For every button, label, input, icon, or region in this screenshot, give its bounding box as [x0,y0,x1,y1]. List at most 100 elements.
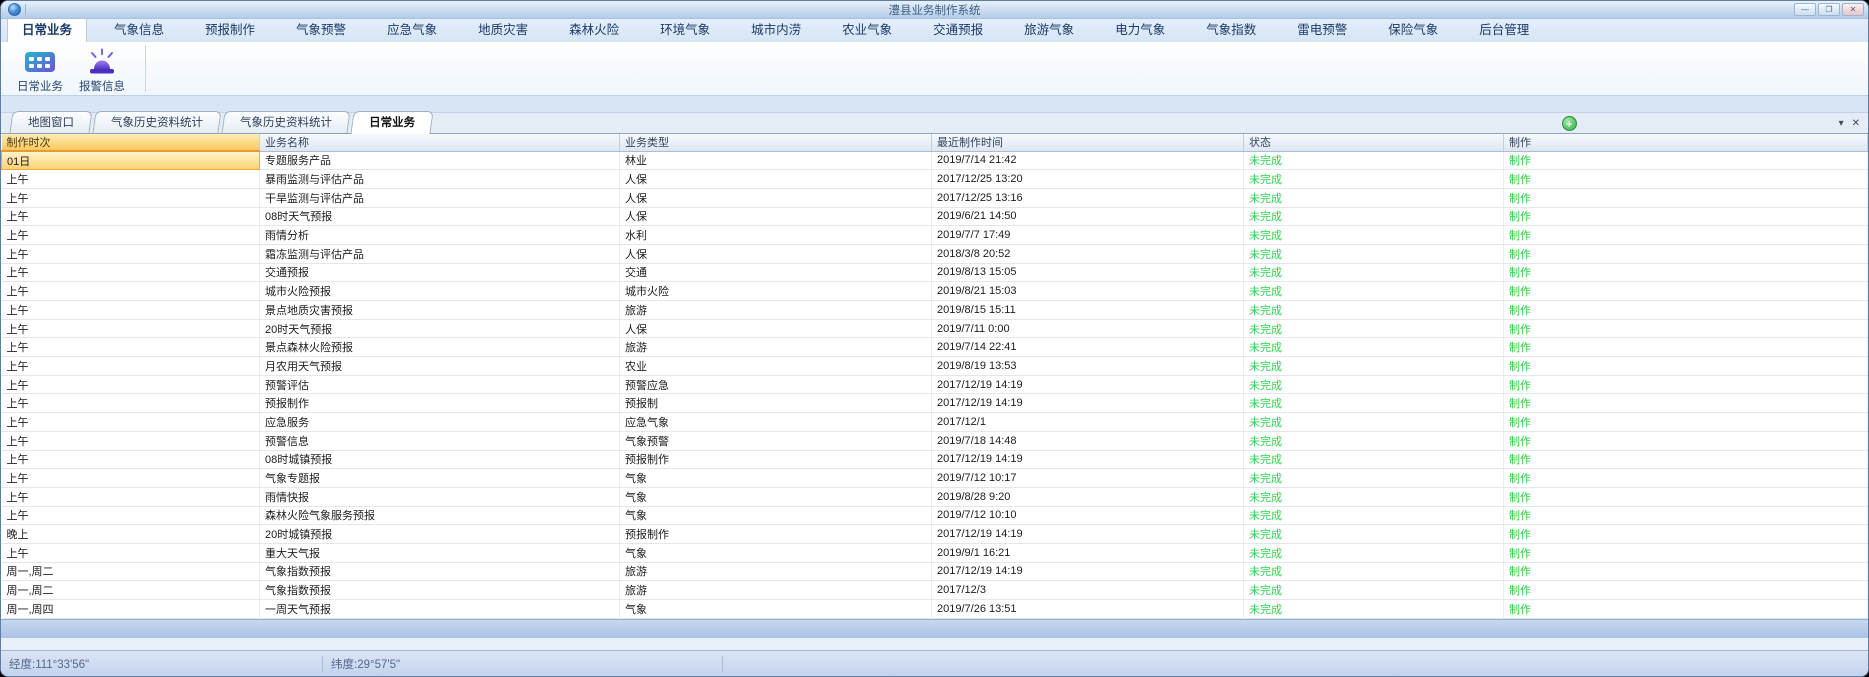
table-row[interactable]: 上午森林火险气象服务预报气象2019/7/12 10:10未完成制作 [2,506,1868,525]
cell-make-link[interactable]: 制作 [1504,450,1868,469]
menu-tab[interactable]: 日常业务 [7,15,87,42]
table-row[interactable]: 周一,周二气象指数预报旅游2017/12/19 14:19未完成制作 [2,562,1868,581]
table-row[interactable]: 上午应急服务应急气象2017/12/1未完成制作 [2,413,1868,432]
cell-make-link[interactable]: 制作 [1504,282,1868,301]
close-tab-icon[interactable]: ✕ [1852,118,1860,130]
cell-make-link[interactable]: 制作 [1504,525,1868,544]
daily-business-button[interactable]: 日常业务 [9,44,71,94]
menu-tab[interactable]: 气象指数 [1192,16,1270,42]
table-row[interactable]: 上午预报制作预报制2017/12/19 14:19未完成制作 [2,394,1868,413]
add-tab-button[interactable]: + [1562,116,1577,131]
menu-tab[interactable]: 雷电预警 [1283,16,1361,42]
cell-make-link[interactable]: 制作 [1504,244,1868,263]
menu-tab[interactable]: 电力气象 [1101,16,1179,42]
cell-status: 未完成 [1244,600,1504,619]
column-header-status[interactable]: 状态 [1244,134,1504,151]
table-row[interactable]: 周一,周二气象指数预报旅游2017/12/3未完成制作 [2,581,1868,600]
cell-make-link[interactable]: 制作 [1504,469,1868,488]
cell-make-link[interactable]: 制作 [1504,431,1868,450]
cell-make-link[interactable]: 制作 [1504,487,1868,506]
tab-daily-business[interactable]: 日常业务 [350,111,433,134]
column-header-make[interactable]: 制作 [1504,134,1868,151]
column-header-last-make-time[interactable]: 最近制作时间 [932,134,1244,151]
cell-make-link[interactable]: 制作 [1504,263,1868,282]
table-row[interactable]: 上午暴雨监测与评估产品人保2017/12/25 13:20未完成制作 [2,170,1868,189]
tab-weather-history-stats-2[interactable]: 气象历史资料统计 [221,111,350,133]
cell-last-make-time: 2017/12/25 13:16 [932,188,1244,207]
menu-tab[interactable]: 旅游气象 [1010,16,1088,42]
table-row[interactable]: 上午20时天气预报人保2019/7/11 0:00未完成制作 [2,319,1868,338]
table-row[interactable]: 晚上20时城镇预报预报制作2017/12/19 14:19未完成制作 [2,525,1868,544]
menu-tab[interactable]: 农业气象 [828,16,906,42]
menu-tab[interactable]: 应急气象 [373,16,451,42]
cell-make-link[interactable]: 制作 [1504,543,1868,562]
table-row[interactable]: 上午交通预报交通2019/8/13 15:05未完成制作 [2,263,1868,282]
maximize-button[interactable]: ❐ [1818,3,1840,16]
tab-weather-history-stats-1[interactable]: 气象历史资料统计 [92,111,221,133]
cell-make-link[interactable]: 制作 [1504,375,1868,394]
menu-tab[interactable]: 森林火险 [555,16,633,42]
table-row[interactable]: 上午气象专题报气象2019/7/12 10:17未完成制作 [2,469,1868,488]
table-row[interactable]: 上午预警信息气象预警2019/7/18 14:48未完成制作 [2,431,1868,450]
toolbar-group: 日常业务 [1,42,143,95]
cell-make-link[interactable]: 制作 [1504,338,1868,357]
cell-make-link[interactable]: 制作 [1504,581,1868,600]
cell-business-type: 人保 [620,207,932,226]
cell-make-link[interactable]: 制作 [1504,301,1868,320]
close-button[interactable]: ✕ [1842,3,1864,16]
table-row[interactable]: 周一,周四一周天气预报气象2019/7/26 13:51未完成制作 [2,600,1868,619]
cell-make-link[interactable]: 制作 [1504,151,1868,170]
cell-make-link[interactable]: 制作 [1504,170,1868,189]
cell-make-time: 晚上 [2,525,260,544]
column-header-make-time[interactable]: 制作时次 [2,134,260,151]
table-row[interactable]: 上午景点地质灾害预报旅游2019/8/15 15:11未完成制作 [2,301,1868,320]
cell-status: 未完成 [1244,543,1504,562]
chevron-down-icon[interactable]: ▾ [1839,118,1844,130]
table-row[interactable]: 上午霜冻监测与评估产品人保2018/3/8 20:52未完成制作 [2,244,1868,263]
cell-business-type: 农业 [620,357,932,376]
menu-tab[interactable]: 地质灾害 [464,16,542,42]
menu-tab[interactable]: 城市内涝 [737,16,815,42]
table-row[interactable]: 上午雨情快报气象2019/8/28 9:20未完成制作 [2,487,1868,506]
column-header-business-type[interactable]: 业务类型 [620,134,932,151]
cell-make-link[interactable]: 制作 [1504,506,1868,525]
table-row[interactable]: 上午雨情分析水利2019/7/7 17:49未完成制作 [2,226,1868,245]
menu-tab[interactable]: 预报制作 [191,16,269,42]
menu-tab[interactable]: 气象信息 [100,16,178,42]
cell-last-make-time: 2019/7/14 21:42 [932,151,1244,170]
cell-make-link[interactable]: 制作 [1504,357,1868,376]
column-header-business-name[interactable]: 业务名称 [260,134,620,151]
cell-make-link[interactable]: 制作 [1504,600,1868,619]
cell-make-time: 上午 [2,188,260,207]
minimize-button[interactable]: — [1794,3,1816,16]
table-row[interactable]: 上午08时城镇预报预报制作2017/12/19 14:19未完成制作 [2,450,1868,469]
table-row[interactable]: 上午景点森林火险预报旅游2019/7/14 22:41未完成制作 [2,338,1868,357]
cell-make-link[interactable]: 制作 [1504,188,1868,207]
cell-make-link[interactable]: 制作 [1504,394,1868,413]
cell-last-make-time: 2017/12/19 14:19 [932,375,1244,394]
cell-make-link[interactable]: 制作 [1504,562,1868,581]
alarm-info-button[interactable]: 报警信息 [71,44,133,94]
cell-last-make-time: 2019/7/26 13:51 [932,600,1244,619]
menu-tab[interactable]: 环境气象 [646,16,724,42]
cell-last-make-time: 2019/7/7 17:49 [932,226,1244,245]
menu-tab[interactable]: 气象预警 [282,16,360,42]
cell-business-type: 气象 [620,506,932,525]
cell-make-link[interactable]: 制作 [1504,226,1868,245]
tab-map-window[interactable]: 地图窗口 [9,111,92,133]
table-row[interactable]: 上午重大天气报气象2019/9/1 16:21未完成制作 [2,543,1868,562]
table-row[interactable]: 上午城市火险预报城市火险2019/8/21 15:03未完成制作 [2,282,1868,301]
table-row[interactable]: 上午预警评估预警应急2017/12/19 14:19未完成制作 [2,375,1868,394]
menu-tab[interactable]: 保险气象 [1374,16,1452,42]
table-row[interactable]: 上午干旱监测与评估产品人保2017/12/25 13:16未完成制作 [2,188,1868,207]
menu-tab[interactable]: 交通预报 [919,16,997,42]
tabbar-controls: ▾ ✕ [1839,118,1860,133]
table-row[interactable]: 01日专题服务产品林业2019/7/14 21:42未完成制作 [2,151,1868,170]
cell-make-link[interactable]: 制作 [1504,207,1868,226]
cell-make-link[interactable]: 制作 [1504,319,1868,338]
table-row[interactable]: 上午月农用天气预报农业2019/8/19 13:53未完成制作 [2,357,1868,376]
cell-make-time: 上午 [2,263,260,282]
table-row[interactable]: 上午08时天气预报人保2019/6/21 14:50未完成制作 [2,207,1868,226]
menu-tab[interactable]: 后台管理 [1465,16,1543,42]
cell-make-link[interactable]: 制作 [1504,413,1868,432]
